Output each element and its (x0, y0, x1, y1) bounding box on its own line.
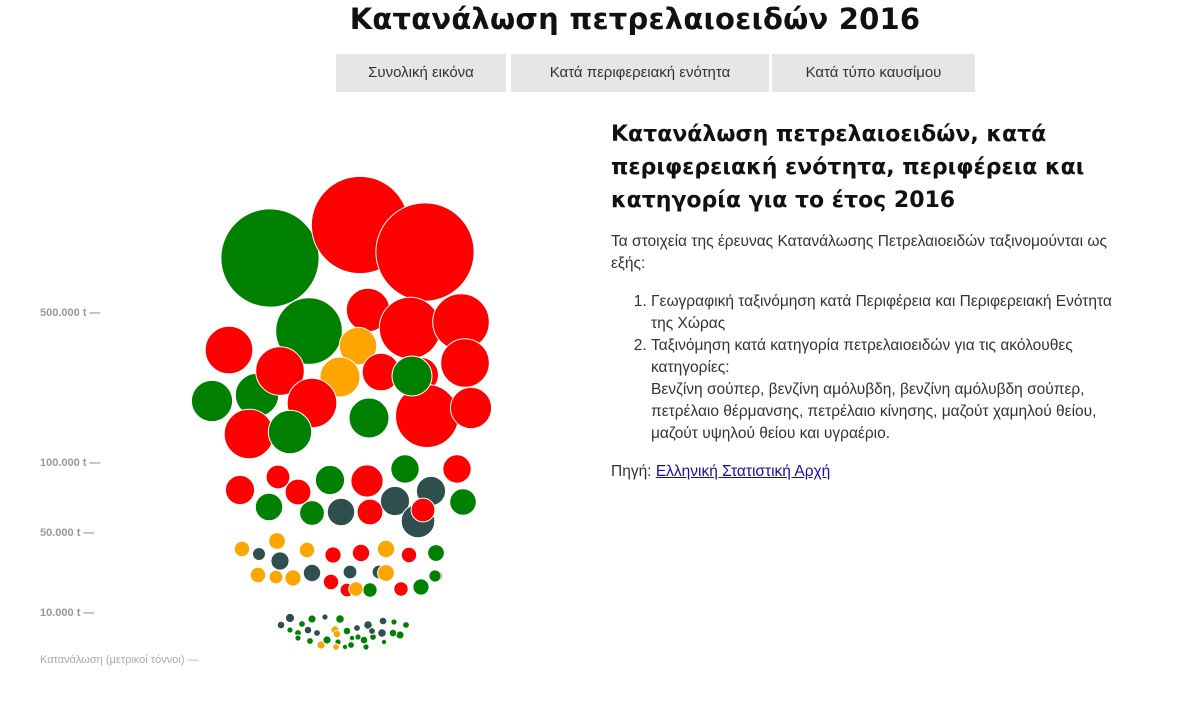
page-title: Κατανάλωση πετρελαιοειδών 2016 (349, 2, 921, 36)
tab-by-fuel-type[interactable]: Κατά τύπο καυσίμου (772, 54, 975, 92)
data-bubble[interactable] (306, 637, 314, 645)
data-bubble[interactable] (375, 202, 475, 302)
data-bubble[interactable] (427, 544, 445, 562)
data-bubble[interactable] (342, 626, 352, 636)
data-bubble[interactable] (286, 626, 294, 634)
data-bubble[interactable] (428, 569, 442, 583)
data-bubble[interactable] (400, 546, 418, 564)
data-bubble[interactable] (284, 612, 296, 624)
data-bubble[interactable] (332, 629, 342, 639)
data-bubble[interactable] (402, 621, 410, 629)
data-bubble[interactable] (314, 464, 346, 496)
data-bubble[interactable] (380, 638, 388, 646)
data-bubble[interactable] (377, 564, 395, 582)
y-axis-title: Κατανάλωση (μετρικοί τόννοι) — (40, 654, 199, 666)
data-bubble[interactable] (449, 488, 477, 516)
data-bubble[interactable] (190, 379, 234, 423)
data-bubble[interactable] (294, 634, 302, 642)
data-bubble[interactable] (442, 454, 472, 484)
classification-list: Γεωγραφική ταξινόμηση κατά Περιφέρεια κα… (611, 291, 1131, 445)
data-bubble[interactable] (368, 627, 376, 635)
data-bubble[interactable] (390, 454, 420, 484)
source-link[interactable]: Ελληνική Στατιστική Αρχή (656, 463, 830, 480)
data-bubble[interactable] (412, 578, 430, 596)
y-tick-label: 100.000 t — (40, 457, 101, 469)
data-bubble[interactable] (440, 338, 490, 388)
data-bubble[interactable] (449, 386, 493, 430)
data-bubble[interactable] (342, 564, 358, 580)
data-bubble[interactable] (341, 643, 349, 651)
fuel-categories-text: Βενζίνη σούπερ, βενζίνη αμόλυβδη, βενζίν… (651, 381, 1097, 442)
data-bubble[interactable] (332, 643, 340, 651)
y-tick-label: 500.000 t — (40, 307, 101, 319)
bubble-layer (190, 175, 493, 651)
data-bubble[interactable] (348, 634, 356, 642)
data-bubble[interactable] (335, 614, 345, 624)
data-bubble[interactable] (393, 581, 409, 597)
data-bubble[interactable] (254, 492, 284, 522)
info-panel: Κατανάλωση πετρελαιοειδών, κατά περιφερε… (611, 118, 1131, 483)
data-bubble[interactable] (252, 547, 266, 561)
data-bubble[interactable] (356, 498, 384, 526)
tab-overview[interactable]: Συνολική εικόνα (336, 54, 506, 92)
data-bubble[interactable] (390, 618, 398, 626)
data-bubble[interactable] (410, 497, 436, 523)
data-bubble[interactable] (376, 539, 396, 559)
data-bubble[interactable] (268, 569, 284, 585)
data-bubble[interactable] (284, 478, 312, 506)
data-bubble[interactable] (303, 625, 313, 635)
y-tick-label: 10.000 t — (40, 607, 94, 619)
info-intro: Τα στοιχεία της έρευνας Κατανάλωσης Πετρ… (611, 233, 1107, 272)
data-bubble[interactable] (302, 563, 322, 583)
data-bubble[interactable] (348, 397, 390, 439)
data-bubble[interactable] (378, 296, 442, 360)
data-bubble[interactable] (377, 628, 387, 638)
tab-by-regional-unit[interactable]: Κατά περιφερειακή ενότητα (511, 54, 769, 92)
data-bubble[interactable] (351, 543, 371, 563)
data-bubble[interactable] (324, 546, 342, 564)
data-bubble[interactable] (322, 635, 332, 645)
source-line: Πηγή: Ελληνική Στατιστική Αρχή (611, 461, 1131, 483)
data-bubble[interactable] (347, 641, 355, 649)
data-bubble[interactable] (348, 581, 364, 597)
data-bubble[interactable] (350, 464, 384, 498)
data-bubble[interactable] (354, 633, 362, 641)
data-bubble[interactable] (270, 551, 290, 571)
data-bubble[interactable] (307, 614, 317, 624)
data-bubble[interactable] (298, 620, 306, 628)
data-bubble[interactable] (391, 355, 433, 397)
bubble-chart: 500.000 t — 100.000 t — 50.000 t — 10.00… (40, 175, 493, 666)
data-bubble[interactable] (204, 325, 254, 375)
data-bubble[interactable] (284, 569, 302, 587)
data-bubble[interactable] (378, 616, 388, 626)
data-bubble[interactable] (353, 624, 361, 632)
data-bubble[interactable] (313, 629, 321, 637)
data-bubble[interactable] (220, 208, 320, 308)
data-bubble[interactable] (276, 620, 286, 630)
data-bubble[interactable] (322, 573, 340, 591)
data-bubble[interactable] (268, 532, 286, 550)
y-tick-label: 50.000 t — (40, 527, 94, 539)
list-item: Ταξινόμηση κατά κατηγορία πετρελαιοειδών… (651, 335, 1131, 445)
data-bubble[interactable] (223, 408, 275, 460)
list-item: Γεωγραφική ταξινόμηση κατά Περιφέρεια κα… (651, 291, 1131, 335)
data-bubble[interactable] (299, 500, 325, 526)
data-bubble[interactable] (321, 613, 329, 621)
data-bubble[interactable] (249, 566, 267, 584)
data-bubble[interactable] (224, 474, 256, 506)
data-bubble[interactable] (362, 582, 378, 598)
data-bubble[interactable] (267, 409, 313, 455)
data-bubble[interactable] (233, 540, 251, 558)
list-item-text: Ταξινόμηση κατά κατηγορία πετρελαιοειδών… (651, 337, 1073, 376)
data-bubble[interactable] (265, 464, 291, 490)
data-bubble[interactable] (298, 541, 316, 559)
source-label: Πηγή: (611, 463, 652, 480)
info-heading: Κατανάλωση πετρελαιοειδών, κατά περιφερε… (611, 122, 1085, 213)
data-bubble[interactable] (362, 643, 370, 651)
data-bubble[interactable] (326, 497, 356, 527)
data-bubble[interactable] (388, 628, 398, 638)
